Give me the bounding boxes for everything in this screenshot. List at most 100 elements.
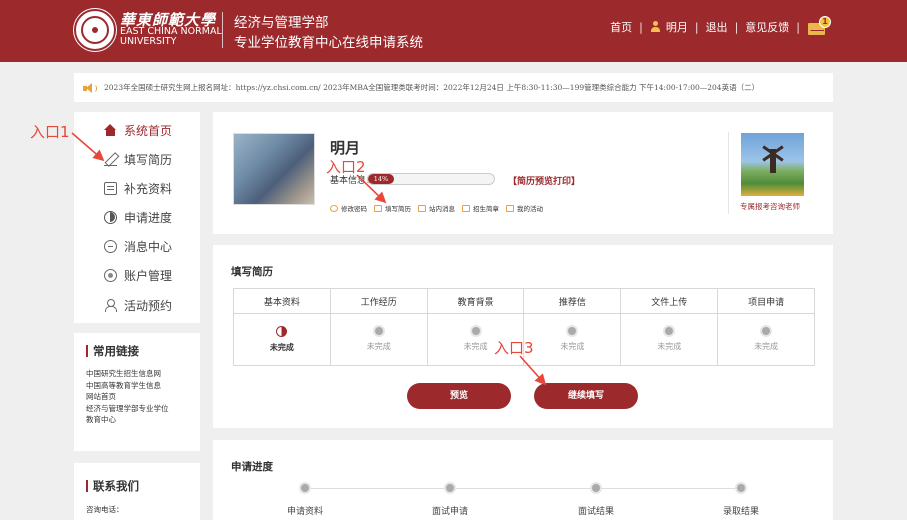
column-header[interactable]: 推荐信 [523, 287, 622, 315]
preview-button[interactable]: 预览 [407, 383, 511, 409]
column-header[interactable]: 教育背景 [426, 287, 525, 315]
step-label: 申请资料 [286, 507, 323, 517]
calendar-icon [506, 204, 514, 212]
nav-logout-link[interactable]: 退出 [706, 19, 728, 35]
speaker-icon [83, 83, 98, 94]
sidebar-item-label: 填写简历 [124, 152, 173, 167]
column-header[interactable]: 基本资料 [233, 287, 331, 315]
link-item[interactable]: 网站首页 [86, 391, 200, 403]
status-text: 未完成 [560, 342, 585, 352]
progress-step[interactable]: 面试结果 [536, 484, 656, 518]
progress-step[interactable]: 面试申请 [390, 484, 510, 518]
status-text: 未完成 [463, 342, 488, 352]
column-header[interactable]: 项目申请 [717, 287, 815, 315]
progress-step[interactable]: 申请资料 [245, 484, 365, 518]
status-text: 未完成 [657, 342, 682, 352]
link-item[interactable]: 经济与管理学部专业学位 [86, 403, 200, 415]
edit-icon [104, 153, 117, 166]
sidebar-item-label: 补充资料 [124, 181, 173, 196]
progress-section-title: 申请进度 [231, 461, 273, 473]
sidebar-item-label: 账户管理 [124, 268, 173, 283]
step-dot-icon [446, 484, 454, 492]
nav-separator: | [734, 20, 739, 34]
message-icon [104, 239, 117, 253]
activity-icon [104, 298, 117, 312]
profile-progress-fill: 14% [368, 174, 394, 184]
status-cell[interactable]: 未完成 [523, 313, 622, 366]
column-header[interactable]: 工作经历 [329, 287, 428, 315]
quick-link-brochure[interactable]: 招生简章 [462, 203, 499, 213]
quick-links: 修改密码 填写简历 站内消息 招生简章 我的活动 [330, 203, 550, 213]
nav-separator: | [694, 20, 699, 34]
nav-separator: | [796, 20, 800, 34]
status-cell[interactable]: 未完成 [717, 313, 815, 366]
status-dot-icon [665, 327, 674, 336]
link-item[interactable]: 教育中心 [86, 414, 200, 426]
sidebar-item-label: 申请进度 [124, 210, 173, 225]
advisor-photo[interactable] [741, 133, 804, 196]
top-nav: 首页 | 明月 | 退出 | 意见反馈 | [610, 19, 831, 35]
progress-step[interactable]: 录取结果 [681, 484, 801, 518]
account-icon [104, 268, 117, 282]
quick-link-fill-resume[interactable]: 填写简历 [374, 203, 411, 213]
common-links-list: 中国研究生招生信息网 中国高等教育学生信息 网站首页 经济与管理学部专业学位 教… [86, 368, 200, 426]
logo-english-line2: UNIVERSITY [120, 36, 177, 47]
sidebar-item-resume[interactable]: 填写简历 [104, 150, 172, 168]
status-text: 未完成 [754, 342, 779, 352]
advisor-divider [728, 132, 729, 214]
resume-print-link[interactable]: 【简历预览打印】 [508, 174, 580, 187]
status-text: 未完成 [366, 342, 391, 352]
status-text: 未完成 [269, 342, 294, 353]
status-cell[interactable]: 未完成 [620, 313, 719, 366]
table-header-row: 基本资料 工作经历 教育背景 推荐信 文件上传 项目申请 [233, 287, 815, 315]
progress-icon [104, 210, 117, 224]
contact-panel: 联系我们 咨询电话： [74, 463, 200, 520]
document-icon [104, 181, 117, 195]
status-cell[interactable]: 未完成 [233, 313, 331, 366]
nav-home-link[interactable]: 首页 [610, 19, 632, 35]
edit-icon [374, 204, 382, 212]
sidebar-item-progress[interactable]: 申请进度 [104, 208, 172, 226]
nav-feedback-link[interactable]: 意见反馈 [745, 19, 789, 35]
annotation-entry2: 入口2 [326, 158, 366, 176]
link-item[interactable]: 中国高等教育学生信息 [86, 380, 200, 392]
status-dot-icon [568, 327, 577, 336]
sidebar-item-activity[interactable]: 活动预约 [104, 296, 172, 314]
profile-progress-bar: 14% [367, 173, 495, 185]
nav-username-link[interactable]: 明月 [666, 19, 688, 35]
quick-link-messages[interactable]: 站内消息 [418, 203, 455, 213]
step-label: 录取结果 [722, 507, 759, 517]
sidebar-item-messages[interactable]: 消息中心 [104, 237, 172, 255]
link-item[interactable]: 中国研究生招生信息网 [86, 368, 200, 380]
mail-button[interactable]: 1 [808, 16, 831, 37]
quick-link-change-password[interactable]: 修改密码 [330, 203, 367, 213]
sidebar-item-account[interactable]: 账户管理 [104, 266, 172, 284]
university-seal-logo[interactable] [74, 9, 116, 51]
sidebar-item-supplement[interactable]: 补充资料 [104, 179, 172, 197]
quick-link-label: 修改密码 [341, 205, 367, 213]
status-cell[interactable]: 未完成 [329, 313, 428, 366]
header-divider [222, 12, 223, 48]
lock-icon [330, 204, 338, 212]
quick-link-my-activities[interactable]: 我的活动 [506, 203, 543, 213]
continue-filling-button[interactable]: 继续填写 [534, 383, 638, 409]
sidebar-item-label: 活动预约 [124, 298, 173, 313]
avatar[interactable] [233, 133, 315, 205]
quick-link-label: 站内消息 [429, 205, 455, 213]
step-dot-icon [737, 484, 745, 492]
annotation-entry1: 入口1 [30, 123, 70, 141]
sidebar-item-label: 消息中心 [124, 239, 173, 254]
sidebar-item-home[interactable]: 系统首页 [104, 121, 172, 139]
contact-phone-label: 咨询电话： [86, 505, 124, 514]
document-icon [462, 204, 470, 212]
column-header[interactable]: 文件上传 [620, 287, 719, 315]
status-dot-icon [471, 327, 480, 336]
step-dot-icon [592, 484, 600, 492]
step-label: 面试申请 [431, 507, 468, 517]
advisor-label[interactable]: 专属报考咨询老师 [740, 201, 800, 212]
quick-link-label: 招生简章 [473, 205, 499, 213]
resume-section-title: 填写简历 [231, 266, 273, 278]
quick-link-label: 填写简历 [385, 205, 411, 213]
user-icon [650, 21, 661, 33]
status-dot-icon [374, 327, 383, 336]
